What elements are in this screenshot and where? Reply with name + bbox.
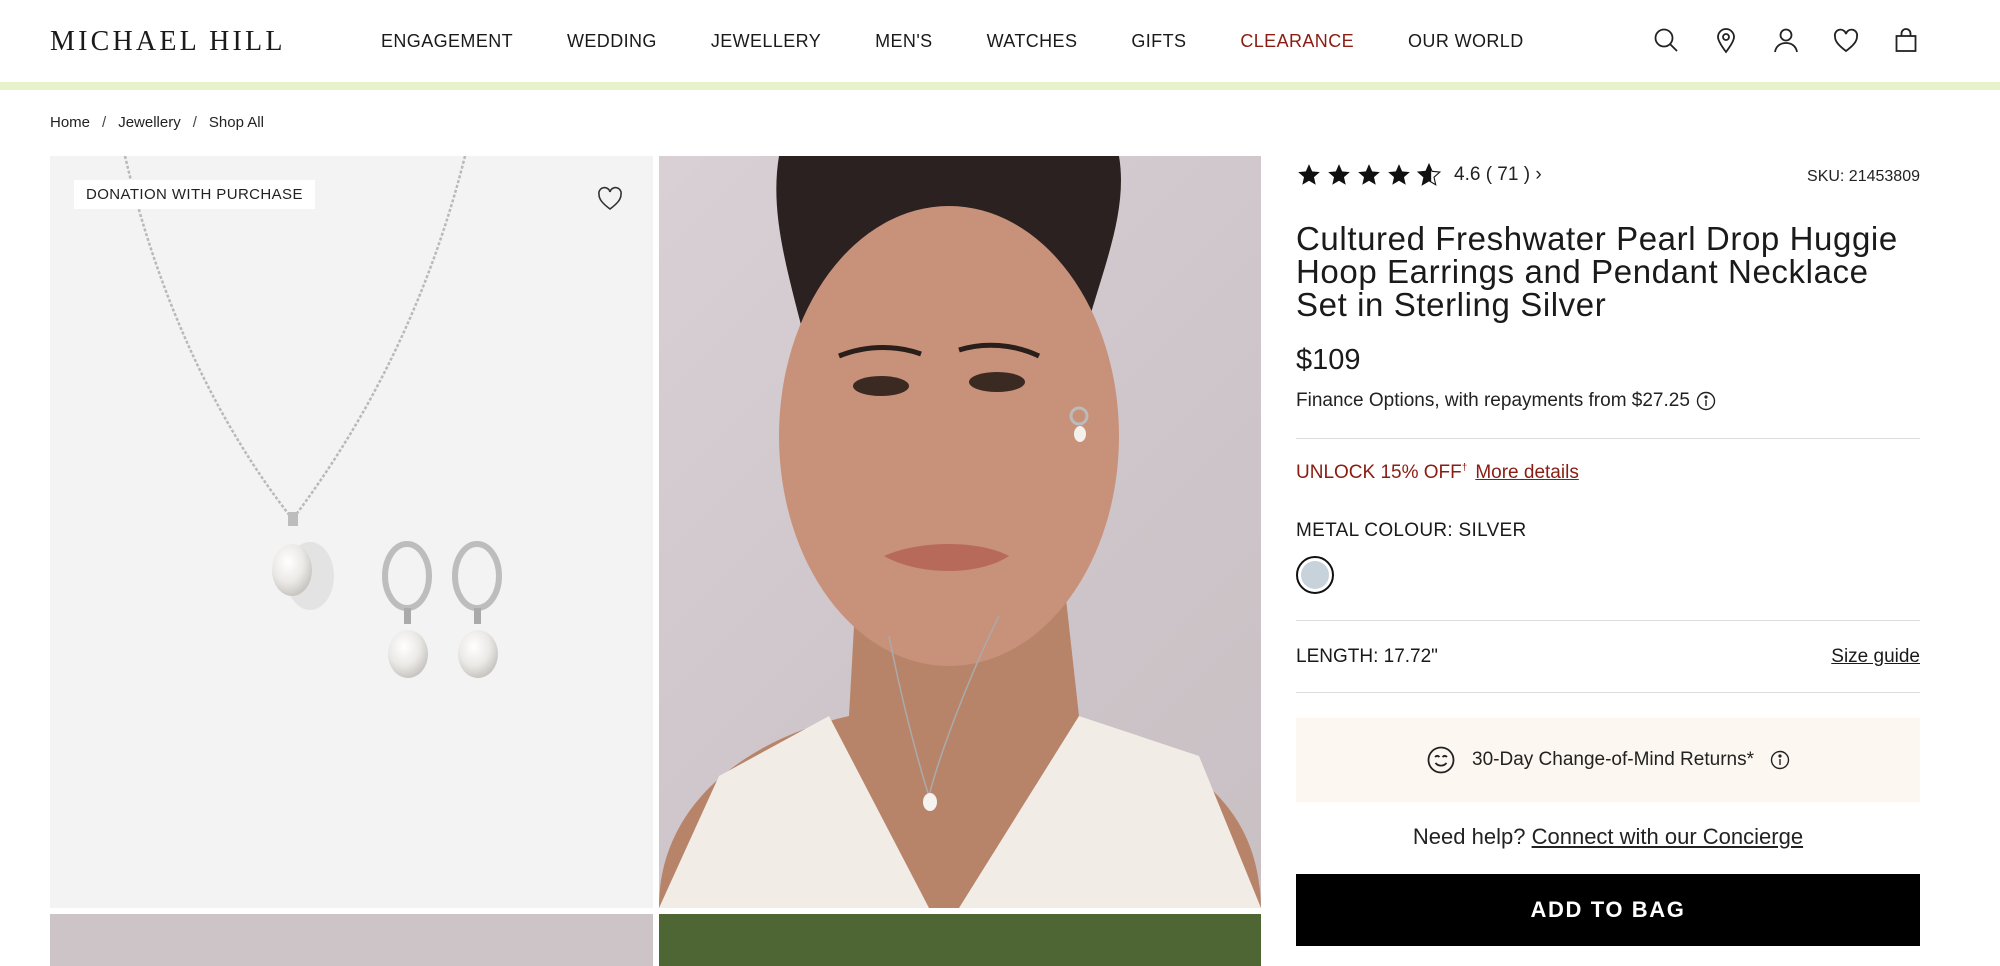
product-sku: SKU: 21453809 bbox=[1807, 168, 1920, 185]
unlock-offer: UNLOCK 15% OFF† More details bbox=[1296, 462, 1579, 484]
info-icon[interactable] bbox=[1696, 391, 1716, 411]
product-image-model[interactable] bbox=[659, 156, 1261, 908]
help-line: Need help? Connect with our Concierge bbox=[1296, 824, 1920, 850]
star-full-icon bbox=[1388, 164, 1410, 185]
store-locator-icon[interactable] bbox=[1712, 26, 1740, 54]
account-icon[interactable] bbox=[1772, 26, 1800, 54]
breadcrumb-jewellery[interactable]: Jewellery bbox=[118, 114, 181, 131]
nav-gifts[interactable]: GIFTS bbox=[1131, 31, 1186, 52]
returns-banner: 30-Day Change-of-Mind Returns* bbox=[1296, 718, 1920, 802]
help-prefix: Need help? bbox=[1412, 824, 1526, 849]
breadcrumb-separator: / bbox=[102, 114, 107, 131]
add-to-bag-button[interactable]: ADD TO BAG bbox=[1296, 874, 1920, 946]
wishlist-icon[interactable] bbox=[1832, 26, 1860, 54]
finance-options: Finance Options, with repayments from $2… bbox=[1296, 390, 1716, 412]
breadcrumb-shop-all[interactable]: Shop All bbox=[209, 114, 264, 131]
product-photo-necklace-earrings bbox=[123, 156, 502, 678]
nav-engagement[interactable]: ENGAGEMENT bbox=[381, 31, 513, 52]
product-image-main[interactable]: DONATION WITH PURCHASE bbox=[50, 156, 653, 908]
nav-watches[interactable]: WATCHES bbox=[987, 31, 1078, 52]
breadcrumb-home[interactable]: Home bbox=[50, 114, 90, 131]
finance-text: Finance Options, with repayments from $2… bbox=[1296, 390, 1690, 411]
donation-badge: DONATION WITH PURCHASE bbox=[74, 180, 315, 209]
site-logo[interactable]: MICHAEL HILL bbox=[50, 26, 286, 58]
star-full-icon bbox=[1298, 164, 1320, 185]
concierge-link[interactable]: Connect with our Concierge bbox=[1532, 824, 1803, 849]
swatch-color bbox=[1301, 561, 1329, 589]
bag-icon[interactable] bbox=[1892, 26, 1920, 54]
length-label: LENGTH: 17.72" bbox=[1296, 646, 1438, 667]
search-icon[interactable] bbox=[1652, 26, 1680, 54]
divider bbox=[1296, 620, 1920, 621]
site-header: MICHAEL HILL ENGAGEMENT WEDDING JEWELLER… bbox=[0, 0, 2000, 82]
nav-our-world[interactable]: OUR WORLD bbox=[1408, 31, 1524, 52]
unlock-offer-label: UNLOCK 15% OFF bbox=[1296, 462, 1462, 483]
more-details-link[interactable]: More details bbox=[1475, 462, 1579, 484]
smile-face-icon bbox=[1427, 746, 1455, 774]
breadcrumb-separator: / bbox=[192, 114, 197, 131]
product-image-thumb-3[interactable] bbox=[50, 914, 653, 966]
unlock-offer-text: UNLOCK 15% OFF† bbox=[1296, 462, 1467, 484]
product-image-thumb-4[interactable] bbox=[659, 914, 1261, 966]
unlock-offer-dagger: † bbox=[1461, 462, 1468, 474]
star-full-icon bbox=[1328, 164, 1350, 185]
star-partial-icon bbox=[1416, 162, 1442, 186]
product-title: Cultured Freshwater Pearl Drop Huggie Ho… bbox=[1296, 220, 1898, 323]
metal-swatch-silver[interactable] bbox=[1296, 556, 1334, 594]
main-nav: ENGAGEMENT WEDDING JEWELLERY MEN'S WATCH… bbox=[381, 0, 1578, 82]
model-photo bbox=[659, 156, 1261, 908]
header-actions bbox=[1652, 26, 1920, 54]
header-accent-bar bbox=[0, 82, 2000, 90]
star-full-icon bbox=[1358, 164, 1380, 185]
metal-colour-label: METAL COLOUR: SILVER bbox=[1296, 520, 1527, 541]
divider bbox=[1296, 438, 1920, 439]
info-icon[interactable] bbox=[1770, 750, 1790, 770]
nav-mens[interactable]: MEN'S bbox=[875, 31, 932, 52]
rating-summary[interactable]: 4.6 ( 71 ) › bbox=[1454, 164, 1542, 186]
nav-clearance[interactable]: CLEARANCE bbox=[1240, 31, 1354, 52]
add-to-wishlist-heart-icon[interactable] bbox=[595, 184, 625, 212]
rating-row[interactable]: 4.6 ( 71 ) › bbox=[1296, 162, 1542, 188]
returns-text: 30-Day Change-of-Mind Returns* bbox=[1472, 749, 1754, 770]
breadcrumb: Home / Jewellery / Shop All bbox=[50, 114, 264, 131]
product-price: $109 bbox=[1296, 344, 1361, 376]
size-guide-link[interactable]: Size guide bbox=[1831, 646, 1920, 668]
nav-wedding[interactable]: WEDDING bbox=[567, 31, 657, 52]
divider bbox=[1296, 692, 1920, 693]
nav-jewellery[interactable]: JEWELLERY bbox=[711, 31, 821, 52]
